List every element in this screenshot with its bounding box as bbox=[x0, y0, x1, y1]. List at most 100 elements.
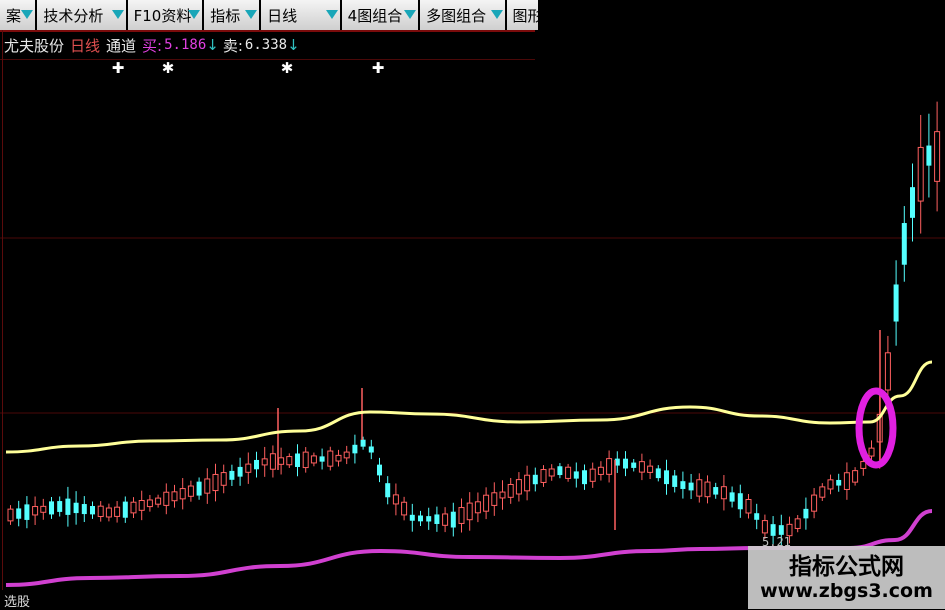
candle-body bbox=[7, 508, 14, 522]
candle-body bbox=[458, 507, 465, 524]
candle-body bbox=[418, 515, 423, 522]
candle-body bbox=[778, 525, 784, 535]
candle-body bbox=[81, 504, 87, 515]
toolbar-tab-label: 图形 bbox=[512, 6, 540, 25]
candle-body bbox=[745, 499, 752, 514]
panel-border-left bbox=[2, 30, 3, 590]
candle-body bbox=[310, 455, 317, 464]
watermark-url: www.zbgs3.com bbox=[760, 579, 933, 602]
candle-body bbox=[368, 446, 374, 453]
candle-body bbox=[597, 466, 604, 475]
candle-body bbox=[910, 187, 915, 218]
candle-body bbox=[16, 508, 22, 519]
candle-body bbox=[220, 472, 227, 486]
candle-body bbox=[385, 483, 391, 498]
indicator-name: 通道 bbox=[106, 36, 137, 55]
candle-body bbox=[680, 481, 686, 489]
candle-body bbox=[196, 481, 202, 496]
candle-body bbox=[474, 501, 481, 514]
candle-body bbox=[917, 146, 924, 202]
candle-body bbox=[73, 502, 79, 514]
candle-body bbox=[90, 506, 95, 515]
candle-body bbox=[565, 466, 572, 479]
grid-lines bbox=[0, 237, 945, 414]
bottom-status-bar: 选股 bbox=[0, 591, 752, 610]
sell-value: 6.338 bbox=[244, 37, 288, 53]
candle-body bbox=[713, 487, 719, 495]
dropdown-arrow-icon bbox=[404, 10, 417, 19]
buy-label: 买: bbox=[142, 36, 163, 55]
candle-body bbox=[97, 505, 104, 518]
candle-body bbox=[24, 504, 30, 520]
buy-signal-icon: ✚ bbox=[372, 59, 385, 77]
candle-body bbox=[623, 458, 628, 469]
candle-body bbox=[524, 474, 531, 492]
candle-body bbox=[319, 456, 325, 462]
candle-body bbox=[426, 516, 432, 522]
dropdown-arrow-icon bbox=[21, 10, 34, 19]
candle-body bbox=[122, 501, 128, 518]
toolbar-tab-label: 技术分析 bbox=[43, 6, 104, 25]
candle-body bbox=[278, 457, 285, 465]
dropdown-arrow-icon bbox=[245, 10, 258, 19]
candle-body bbox=[138, 499, 145, 511]
candle-body bbox=[261, 458, 268, 466]
candle-body bbox=[245, 463, 252, 473]
toolbar-tab-label: 日线 bbox=[267, 6, 298, 25]
candle-body bbox=[540, 469, 547, 483]
candle-body bbox=[515, 479, 522, 495]
sell-signal-icon: ✱ bbox=[281, 59, 294, 77]
candle-body bbox=[229, 470, 235, 480]
site-watermark: 指标公式网 www.zbgs3.com bbox=[748, 546, 945, 609]
candle-body bbox=[392, 494, 399, 505]
candle-body bbox=[483, 494, 490, 512]
candle-body bbox=[786, 523, 793, 537]
sell-signal-icon: ✱ bbox=[162, 59, 175, 77]
candle-body bbox=[237, 466, 243, 477]
stock-picker-label[interactable]: 选股 bbox=[4, 591, 30, 610]
candle-body bbox=[286, 456, 293, 466]
candle-body bbox=[163, 491, 170, 506]
candle-body bbox=[532, 474, 538, 485]
toolbar-tab-label: 案 bbox=[6, 6, 22, 25]
candle-body bbox=[926, 145, 932, 166]
period-label: 日线 bbox=[70, 36, 101, 55]
toolbar-tab-2[interactable]: F10资料 bbox=[127, 0, 205, 30]
candle-body bbox=[803, 508, 809, 519]
toolbar-tab-4[interactable]: 日线 bbox=[261, 0, 342, 30]
candle-body bbox=[146, 499, 153, 508]
candle-body bbox=[868, 447, 875, 457]
candle-body bbox=[507, 483, 514, 498]
candle-body bbox=[343, 451, 350, 459]
toolbar-tab-1[interactable]: 技术分析 bbox=[37, 0, 128, 30]
candle-body bbox=[327, 450, 334, 467]
panel-border-top bbox=[0, 30, 535, 32]
buy-value: 5.186 bbox=[164, 37, 207, 53]
candle-body bbox=[852, 470, 859, 483]
candle-body bbox=[295, 453, 300, 467]
candle-body bbox=[737, 493, 743, 510]
candle-body bbox=[696, 479, 703, 497]
candle-body bbox=[893, 284, 899, 322]
candle-body bbox=[794, 518, 801, 529]
candle-body bbox=[212, 473, 219, 492]
toolbar-tab-7[interactable]: 图形 bbox=[506, 0, 540, 30]
candle-body bbox=[32, 506, 39, 516]
candle-body bbox=[754, 513, 760, 520]
candle-body bbox=[335, 454, 342, 462]
candle-body bbox=[360, 439, 366, 447]
candle-body bbox=[843, 472, 850, 490]
toolbar-tab-5[interactable]: 4图组合 bbox=[341, 0, 421, 30]
candle-body bbox=[434, 514, 440, 524]
candle-body bbox=[672, 475, 678, 487]
candle-body bbox=[811, 494, 818, 512]
candle-body bbox=[409, 514, 415, 521]
toolbar-tab-0[interactable]: 案 bbox=[0, 0, 38, 30]
toolbar-tab-3[interactable]: 指标 bbox=[204, 0, 262, 30]
candle-body bbox=[548, 468, 555, 477]
candle-body bbox=[466, 502, 473, 521]
candle-body bbox=[729, 492, 735, 502]
buy-arrow-icon: ↓ bbox=[206, 36, 219, 54]
candle-body bbox=[352, 444, 358, 454]
toolbar-tab-6[interactable]: 多图组合 bbox=[420, 0, 507, 30]
